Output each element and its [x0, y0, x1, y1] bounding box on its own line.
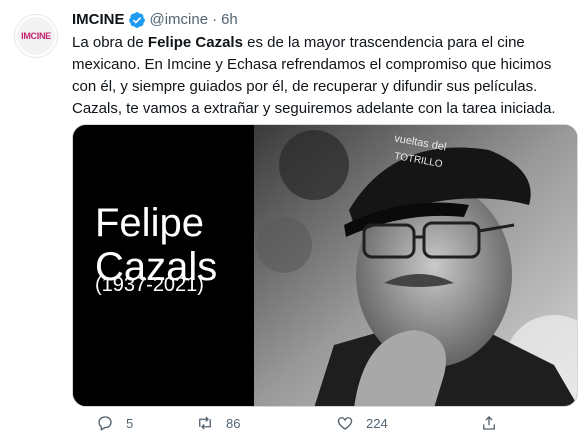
reply-count: 5 [126, 415, 134, 431]
like-count: 224 [366, 415, 388, 431]
share-button[interactable] [480, 414, 498, 432]
account-name[interactable]: IMCINE [72, 10, 125, 30]
verified-icon [128, 11, 146, 29]
retweet-count: 86 [226, 415, 241, 431]
avatar-logo-text: IMCINE [21, 31, 51, 41]
reply-icon [98, 416, 112, 431]
avatar[interactable]: IMCINE [14, 14, 58, 58]
like-button[interactable]: 224 [336, 414, 388, 432]
tweet-text: La obra de Felipe Cazals es de la mayor … [72, 32, 578, 120]
retweet-button[interactable]: 86 [196, 414, 240, 432]
account-handle[interactable]: @imcine [150, 10, 209, 30]
reply-button[interactable]: 5 [96, 414, 133, 432]
tweet-media-image[interactable]: vueltas del TOTRILLO Felipe Cazals (1937… [72, 124, 578, 407]
retweet-icon [199, 416, 211, 430]
portrait-photo: vueltas del TOTRILLO [254, 125, 577, 406]
avatar-logo: IMCINE [17, 17, 55, 55]
tweet-actions: 5 86 224 [0, 414, 586, 444]
share-icon [483, 416, 495, 430]
tweet-text-before: La obra de [72, 34, 148, 51]
tweet-timestamp[interactable]: 6h [221, 10, 238, 30]
like-icon [337, 417, 353, 430]
overlay-years: (1937-2021) [95, 274, 204, 296]
tweet-header: IMCINE @imcine · 6h [72, 10, 238, 30]
tweet-text-bold-name: Felipe Cazals [147, 34, 243, 51]
separator-dot: · [212, 11, 218, 28]
overlay-first-name: Felipe [95, 201, 204, 245]
